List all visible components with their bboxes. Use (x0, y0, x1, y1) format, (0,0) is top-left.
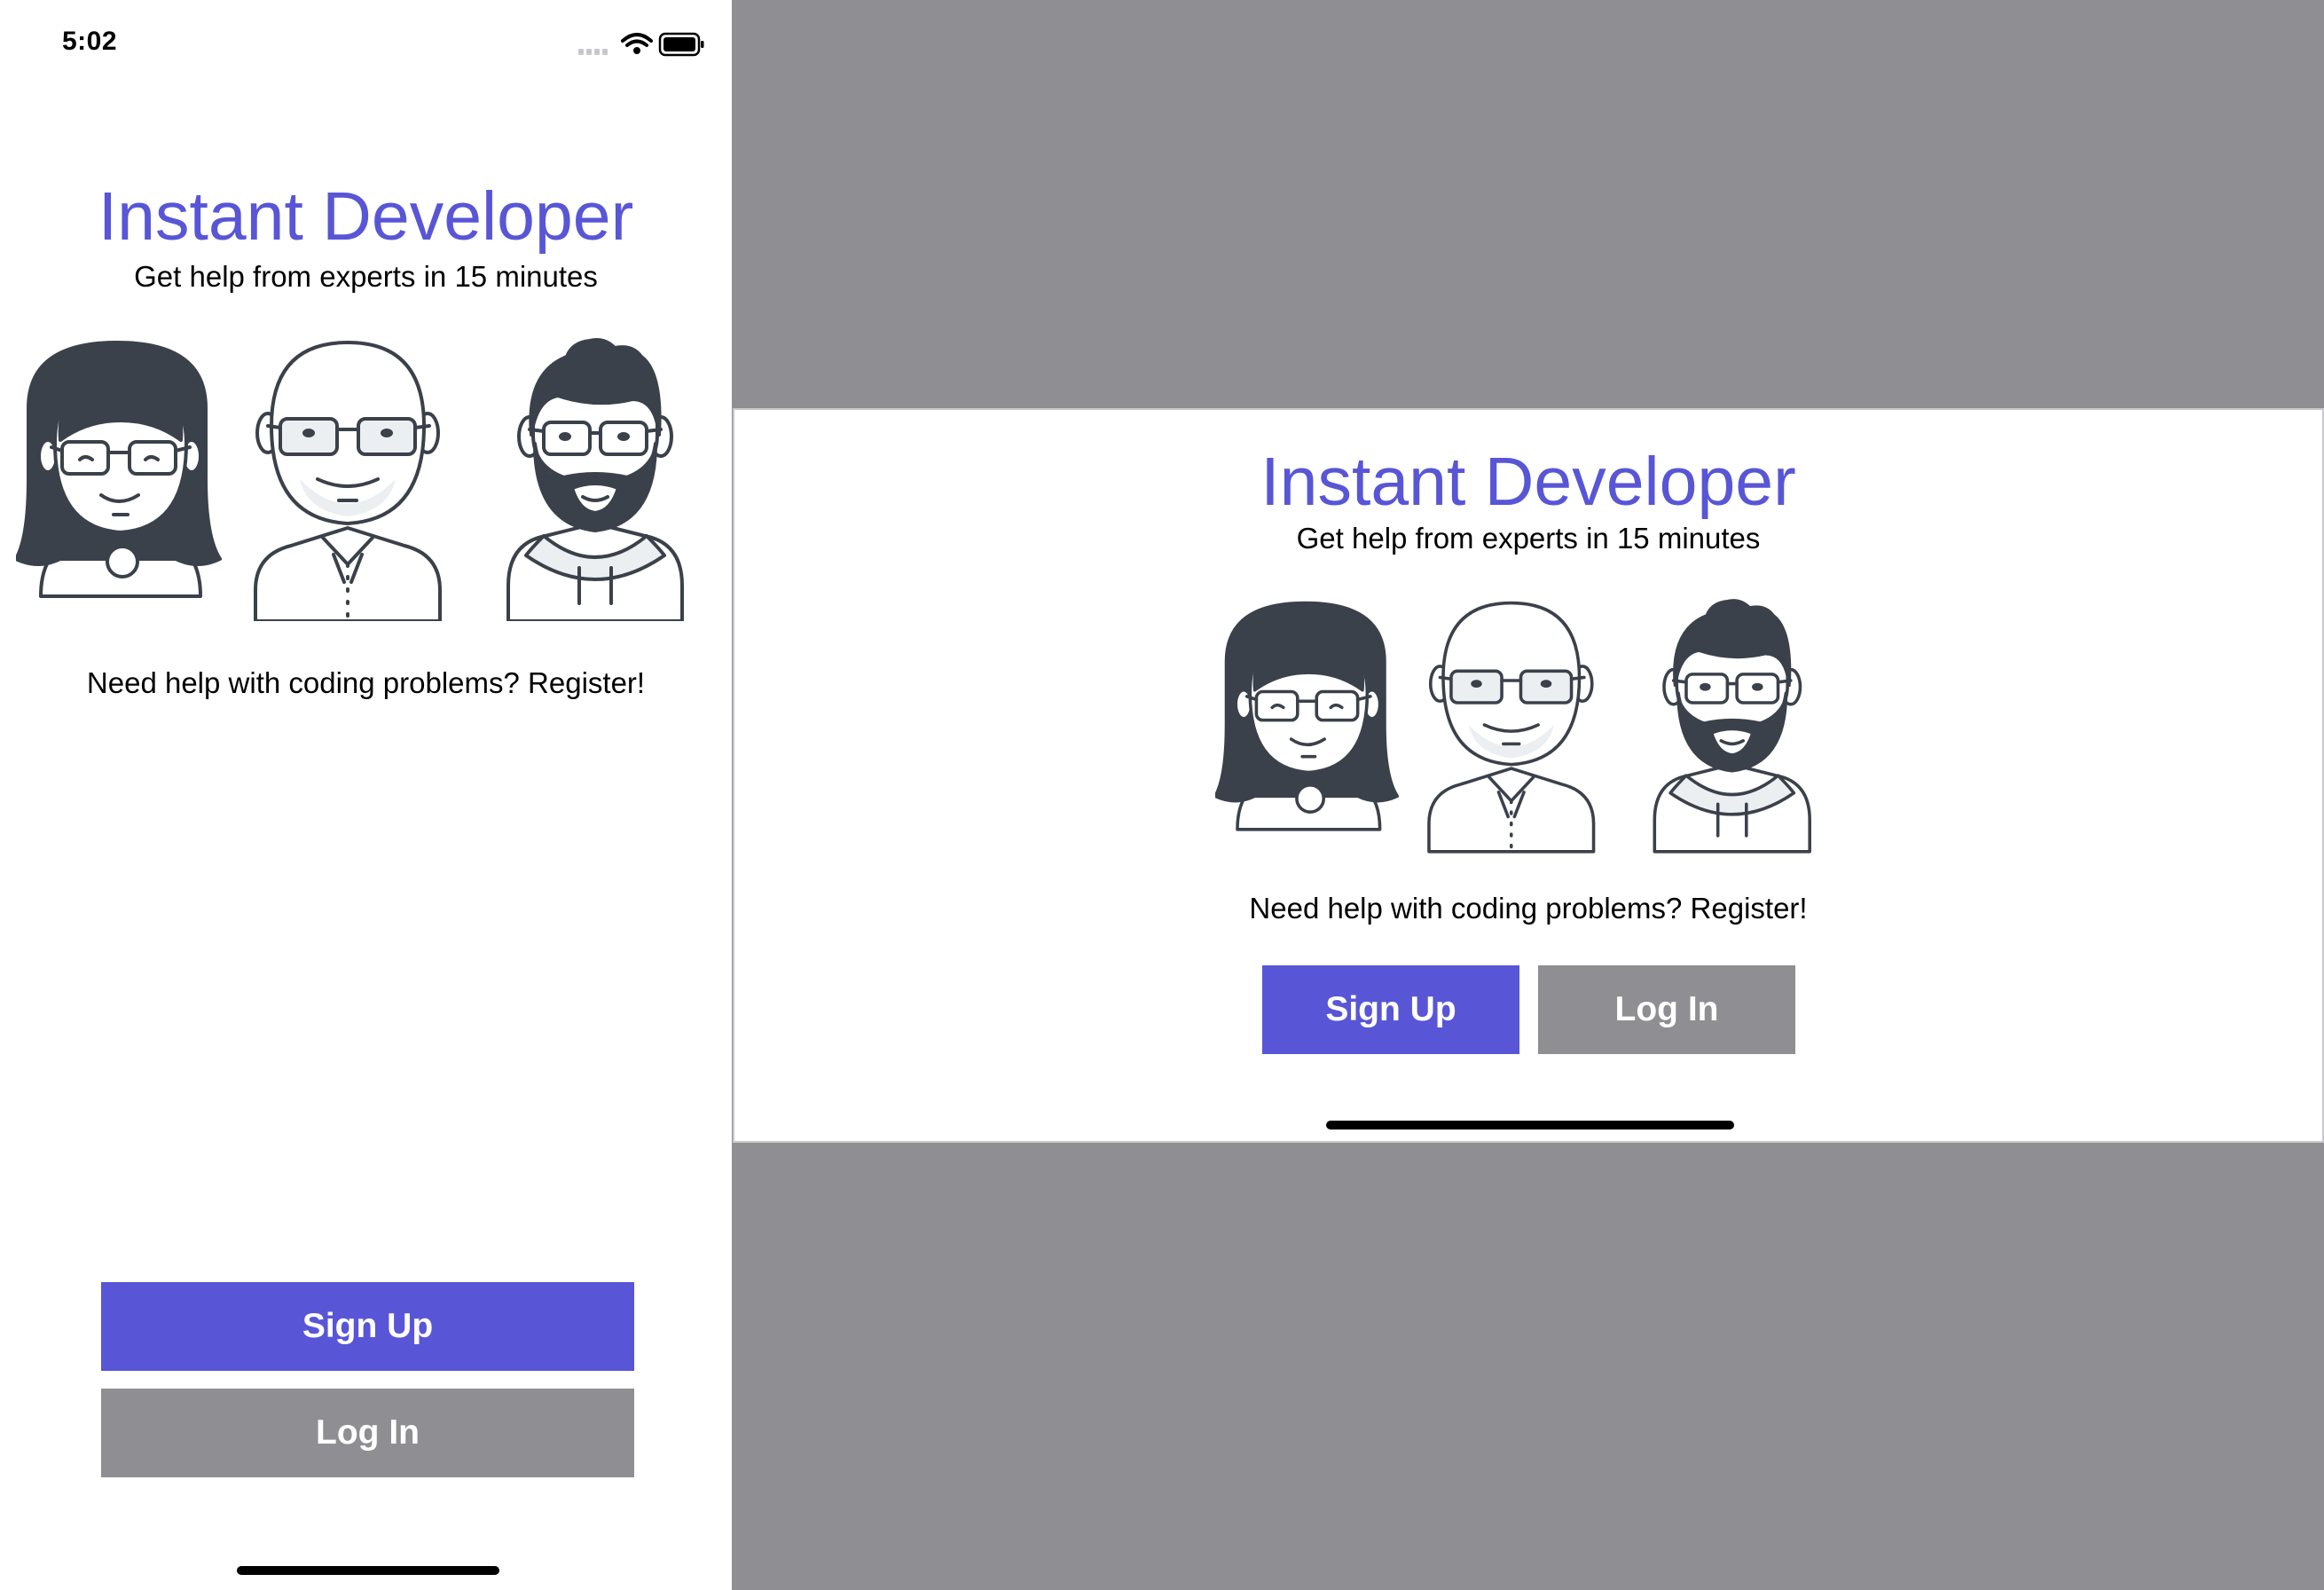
status-time: 5:02 (62, 27, 118, 56)
battery-icon (658, 32, 704, 57)
cellular-signal-icon (578, 49, 608, 55)
app-subtitle: Get help from experts in 15 minutes (134, 260, 598, 293)
woman-developer-avatar (16, 341, 222, 598)
sign-up-button[interactable]: Sign Up (101, 1282, 634, 1371)
sign-up-button[interactable]: Sign Up (1262, 965, 1519, 1054)
home-indicator[interactable] (237, 1566, 499, 1575)
wifi-icon (621, 33, 653, 47)
developers-illustration (16, 338, 684, 621)
wifi-dot (633, 47, 640, 54)
bald-developer-avatar (254, 341, 442, 621)
bearded-developer-avatar (506, 338, 684, 621)
log-in-button[interactable]: Log In (1538, 965, 1795, 1054)
status-icons (578, 32, 704, 57)
bearded-developer-avatar (1653, 599, 1811, 854)
app-subtitle: Get help from experts in 15 minutes (1296, 522, 1761, 555)
portrait-screen: 5:02 Instant Developer Get help from exp… (0, 0, 732, 1590)
bald-developer-avatar (1427, 601, 1596, 854)
landscape-screen: Instant Developer Get help from experts … (733, 408, 2324, 1143)
log-in-button[interactable]: Log In (101, 1389, 634, 1477)
register-prompt: Need help with coding problems? Register… (1249, 892, 1808, 925)
developers-illustration (1215, 599, 1811, 854)
home-indicator[interactable] (1326, 1121, 1734, 1130)
app-title: Instant Developer (98, 178, 634, 255)
woman-developer-avatar (1215, 601, 1400, 831)
register-prompt: Need help with coding problems? Register… (86, 666, 646, 699)
app-title: Instant Developer (1260, 444, 1796, 520)
